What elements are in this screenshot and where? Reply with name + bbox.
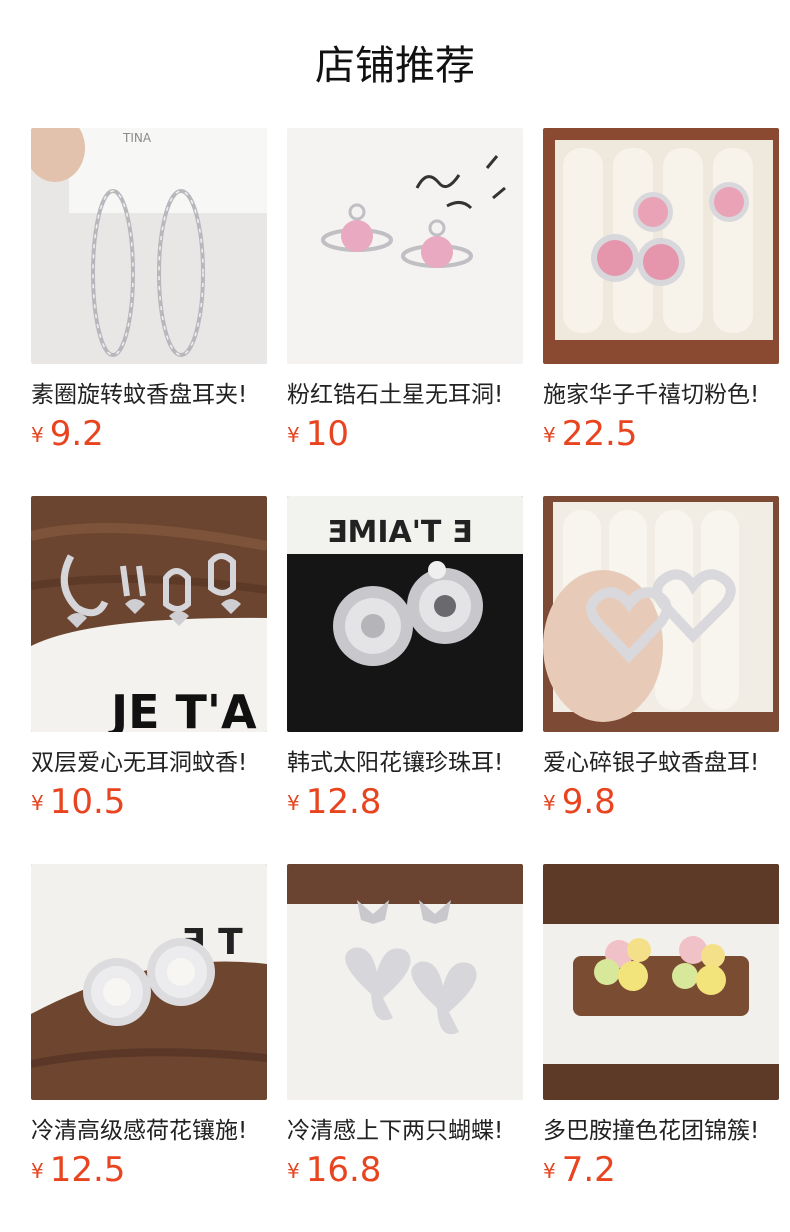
product-image-silver-hoop-earrings[interactable]: TINA [31,128,267,364]
product-price: ¥7.2 [543,1150,616,1190]
product-image-pink-zircon-saturn-earrings[interactable] [287,128,523,364]
currency-symbol: ¥ [31,423,44,447]
product-image-butterfly-drop-earrings[interactable] [287,864,523,1100]
product-price: ¥9.2 [31,414,104,454]
product-image-colorful-flower-earrings[interactable] [543,864,779,1100]
product-name: 冷清高级感荷花镶施! [31,1118,248,1144]
product-price: ¥12.5 [31,1150,125,1190]
product-card[interactable]: 施家华子千禧切粉色! ¥22.5 [543,128,779,454]
price-amount: 12.8 [305,782,382,822]
svg-text:ƎMIA'T Ǝ: ƎMIA'T Ǝ [327,515,472,550]
price-amount: 22.5 [561,414,638,454]
currency-symbol: ¥ [31,791,44,815]
product-price: ¥10.5 [31,782,125,822]
price-amount: 12.5 [49,1150,126,1190]
product-name: 韩式太阳花镶珍珠耳! [287,750,504,776]
svg-text:JE T'A: JE T'A [108,685,257,732]
currency-symbol: ¥ [543,1159,556,1183]
svg-text:TINA: TINA [122,131,152,145]
page-title: 店铺推荐 [315,43,475,89]
price-amount: 10.5 [49,782,126,822]
product-card[interactable]: TINA 素圈旋转蚊香盘耳夹! ¥9.2 [31,128,267,454]
currency-symbol: ¥ [543,423,556,447]
currency-symbol: ¥ [287,791,300,815]
product-card[interactable]: 爱心碎银子蚊香盘耳! ¥9.8 [543,496,779,822]
product-card[interactable]: 冷清感上下两只蝴蝶! ¥16.8 [287,864,523,1190]
product-name: 双层爱心无耳洞蚊香! [31,750,248,776]
product-card[interactable]: JE T'A 双层爱心无耳洞蚊香! ¥10.5 [31,496,267,822]
product-price: ¥10 [287,414,349,454]
currency-symbol: ¥ [287,423,300,447]
product-image-pink-cushion-cut-earrings[interactable] [543,128,779,364]
product-image-sunflower-pearl-earrings[interactable]: ƎMIA'T Ǝ [287,496,523,732]
product-card[interactable]: 粉红锆石土星无耳洞! ¥10 [287,128,523,454]
currency-symbol: ¥ [287,1159,300,1183]
product-price: ¥9.8 [543,782,616,822]
product-price: ¥12.8 [287,782,381,822]
product-image-pearl-lotus-earrings[interactable]: Ǝ T [31,864,267,1100]
price-amount: 9.8 [561,782,616,822]
currency-symbol: ¥ [543,791,556,815]
product-card[interactable]: 多巴胺撞色花团锦簇! ¥7.2 [543,864,779,1190]
product-image-double-heart-clip-earrings[interactable]: JE T'A [31,496,267,732]
product-name: 施家华子千禧切粉色! [543,382,760,408]
product-name: 冷清感上下两只蝴蝶! [287,1118,504,1144]
product-image-silver-heart-earrings[interactable] [543,496,779,732]
price-amount: 10 [305,414,349,454]
product-name: 多巴胺撞色花团锦簇! [543,1118,760,1144]
product-price: ¥16.8 [287,1150,381,1190]
price-amount: 7.2 [561,1150,616,1190]
product-name: 素圈旋转蚊香盘耳夹! [31,382,248,408]
product-name: 粉红锆石土星无耳洞! [287,382,504,408]
price-amount: 9.2 [49,414,104,454]
price-amount: 16.8 [305,1150,382,1190]
product-card[interactable]: ƎMIA'T Ǝ 韩式太阳花镶珍珠耳! ¥12.8 [287,496,523,822]
currency-symbol: ¥ [31,1159,44,1183]
product-price: ¥22.5 [543,414,637,454]
product-name: 爱心碎银子蚊香盘耳! [543,750,760,776]
product-card[interactable]: Ǝ T 冷清高级感荷花镶施! ¥12.5 [31,864,267,1190]
